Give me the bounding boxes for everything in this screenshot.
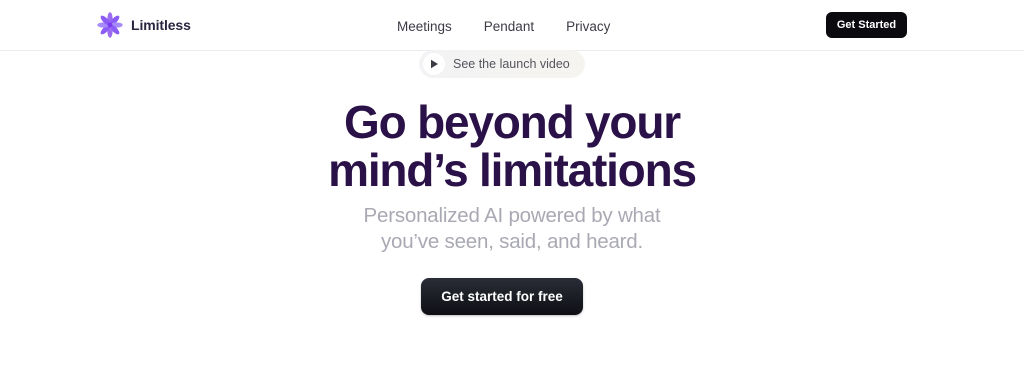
hero-subheadline-line-1: Personalized AI powered by what: [363, 204, 661, 227]
hero-headline-line-1: Go beyond your: [344, 96, 681, 148]
get-started-free-button[interactable]: Get started for free: [421, 278, 583, 315]
brand-name: Limitless: [131, 17, 191, 33]
hero-headline: Go beyond your mind’s limitations: [0, 98, 1024, 194]
hero-subheadline: Personalized AI powered by what you’ve s…: [0, 203, 1024, 255]
nav-link-privacy[interactable]: Privacy: [566, 19, 610, 34]
nav-link-pendant[interactable]: Pendant: [484, 19, 534, 34]
top-navbar: Limitless Meetings Pendant Privacy Get S…: [0, 0, 1024, 51]
landing-page: Limitless Meetings Pendant Privacy Get S…: [0, 0, 1024, 374]
primary-nav: Meetings Pendant Privacy: [397, 16, 610, 36]
brand-logo-link[interactable]: Limitless: [97, 11, 191, 39]
hero-headline-line-2: mind’s limitations: [328, 144, 697, 196]
hero-subheadline-line-2: you’ve seen, said, and heard.: [380, 230, 644, 253]
nav-link-meetings[interactable]: Meetings: [397, 19, 452, 34]
play-icon: [423, 53, 445, 75]
get-started-button[interactable]: Get Started: [826, 12, 907, 38]
launch-video-button[interactable]: See the launch video: [419, 50, 585, 78]
asterisk-flower-icon: [97, 12, 123, 38]
launch-video-label: See the launch video: [453, 57, 570, 71]
